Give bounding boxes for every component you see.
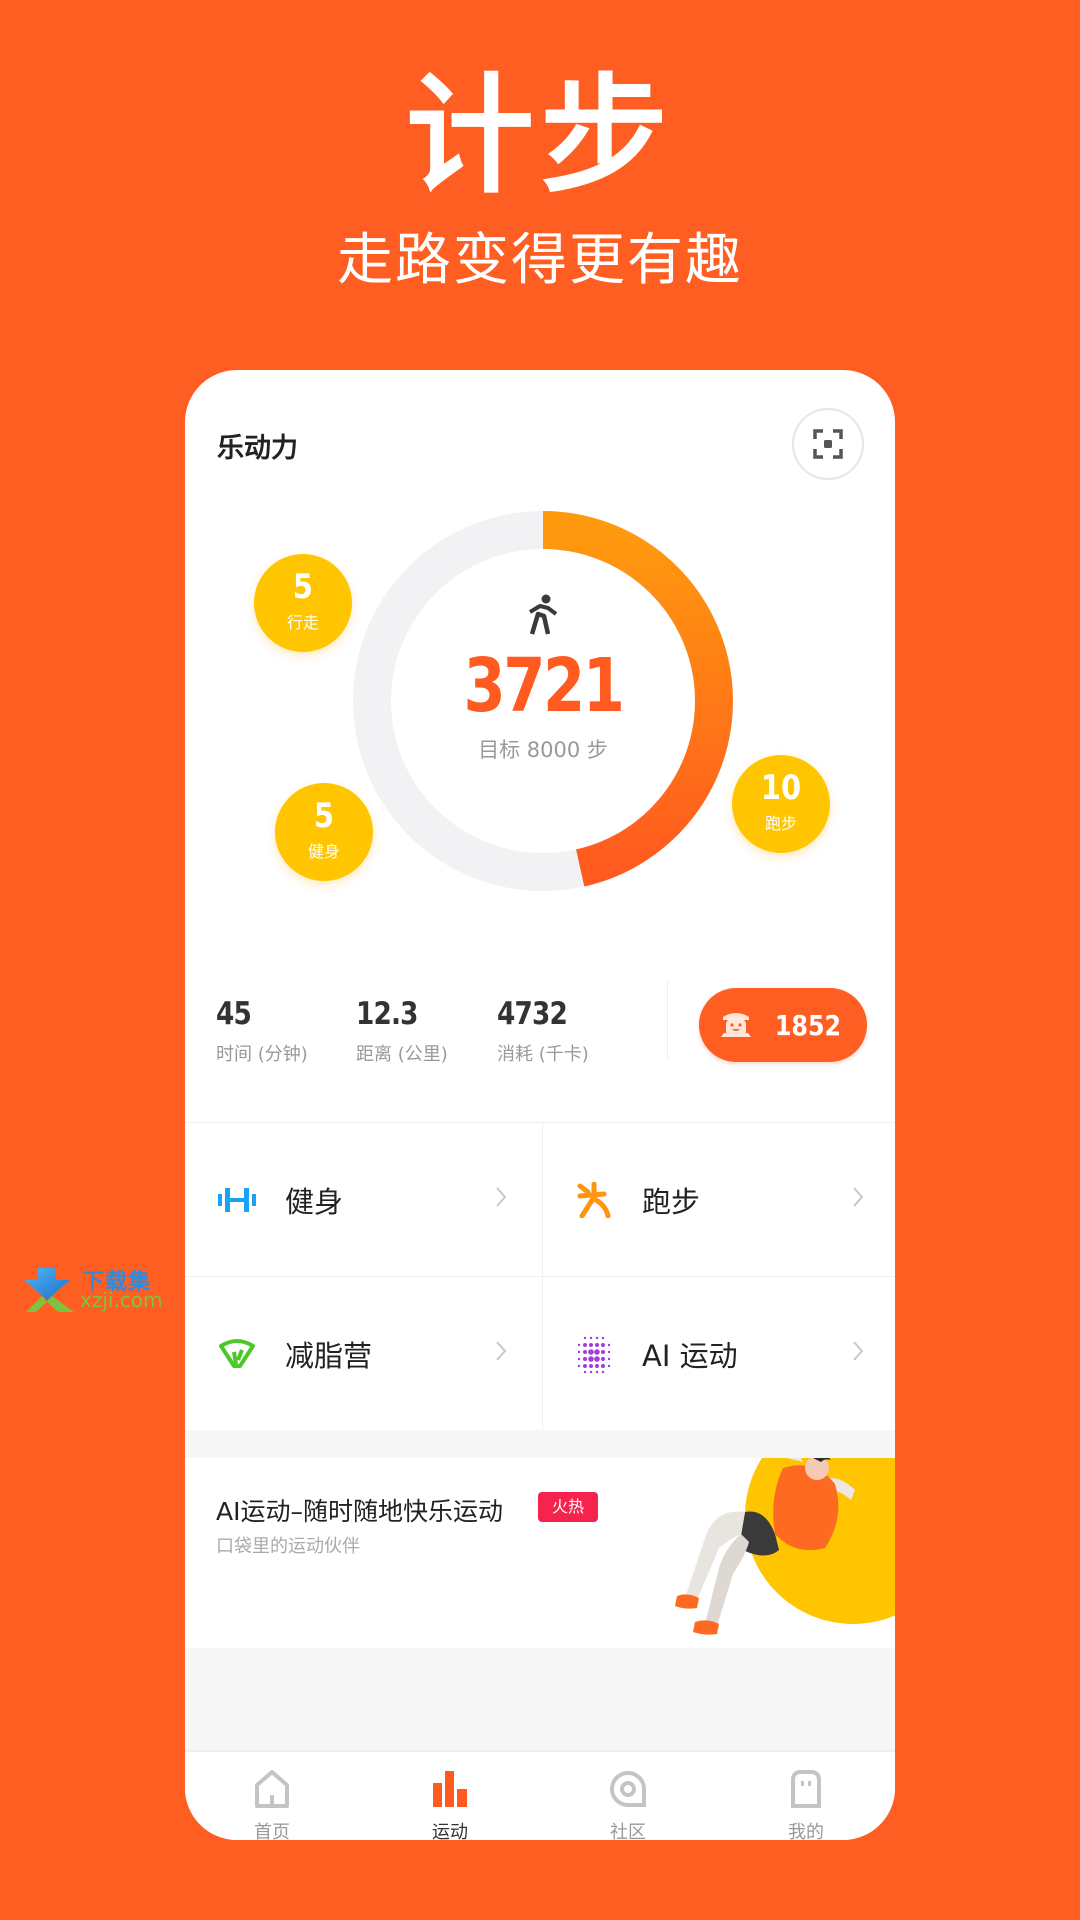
grid-item-fitness[interactable]: 健身 — [185, 1123, 539, 1276]
tab-label: 我的 — [788, 1822, 824, 1840]
chevron-right-icon — [853, 1187, 864, 1207]
bottom-tab-bar: 首页 运动 社区 我的 — [185, 1750, 895, 1840]
chevron-right-icon — [496, 1341, 507, 1361]
stat-label: 消耗 (千卡) — [497, 1044, 589, 1065]
dumbbell-icon — [217, 1180, 257, 1220]
hero-title: 计步 — [405, 62, 674, 211]
coin-button[interactable]: 1852 — [699, 988, 867, 1062]
bubble-value: 5 — [313, 796, 335, 836]
tab-label: 社区 — [610, 1822, 646, 1840]
tab-profile[interactable]: 我的 — [746, 1766, 866, 1840]
bubble-value: 5 — [292, 567, 314, 607]
banner-title: AI运动–随时随地快乐运动 — [216, 1497, 503, 1526]
grid-divider — [185, 1276, 895, 1277]
divider — [667, 982, 668, 1058]
grid-label: 跑步 — [642, 1184, 701, 1219]
ai-sport-banner[interactable]: AI运动–随时随地快乐运动 火热 口袋里的运动伙伴 — [185, 1458, 895, 1648]
home-icon — [255, 1770, 289, 1808]
bubble-label: 健身 — [307, 842, 340, 861]
grid-label: 健身 — [285, 1184, 344, 1219]
sport-grid: 健身 跑步 减脂营 AI 运动 — [185, 1122, 895, 1431]
download-arrow-icon — [24, 1268, 74, 1312]
bubble-running[interactable]: 10 跑步 — [732, 755, 830, 853]
step-count: 3721 — [463, 643, 625, 729]
stat-value: 4732 — [497, 996, 568, 1032]
coin-value: 1852 — [774, 1008, 842, 1042]
section-separator — [185, 1430, 895, 1458]
stats-row: 45 时间 (分钟) 12.3 距离 (公里) 4732 消耗 (千卡) 185… — [185, 982, 895, 1080]
stat-value: 45 — [216, 996, 252, 1032]
tab-label: 运动 — [432, 1822, 468, 1840]
tab-label: 首页 — [254, 1822, 290, 1840]
stat-value: 12.3 — [356, 996, 418, 1032]
grid-item-fat-burn[interactable]: 减脂营 — [185, 1277, 539, 1430]
tab-home[interactable]: 首页 — [212, 1766, 332, 1840]
chevron-right-icon — [496, 1187, 507, 1207]
hero-subtitle: 走路变得更有趣 — [337, 228, 743, 293]
bubble-label: 行走 — [286, 613, 319, 632]
bubble-value: 10 — [760, 768, 802, 808]
stat-label: 时间 (分钟) — [216, 1044, 308, 1065]
stat-time: 45 时间 (分钟) — [216, 996, 308, 1066]
grid-divider — [542, 1123, 543, 1431]
chevron-right-icon — [853, 1341, 864, 1361]
stat-distance: 12.3 距离 (公里) — [356, 996, 448, 1066]
hot-badge: 火热 — [538, 1492, 598, 1522]
tab-community[interactable]: 社区 — [568, 1766, 688, 1840]
section-separator — [185, 1648, 895, 1750]
stat-calories: 4732 消耗 (千卡) — [497, 996, 589, 1066]
ai-dots-icon — [574, 1334, 614, 1374]
bubble-walking[interactable]: 5 行走 — [254, 554, 352, 652]
running-icon — [574, 1180, 614, 1220]
tab-sport[interactable]: 运动 — [390, 1766, 510, 1840]
walking-icon — [528, 594, 558, 635]
step-ring[interactable]: 3721 目标 8000 步 — [185, 370, 895, 970]
bubble-fitness[interactable]: 5 健身 — [275, 783, 373, 881]
step-goal: 目标 8000 步 — [478, 738, 608, 762]
situp-illustration — [675, 1458, 895, 1635]
grid-label: AI 运动 — [642, 1338, 738, 1373]
fat-burn-icon — [217, 1334, 257, 1374]
watermark-url: xzji.com — [80, 1288, 163, 1312]
bubble-label: 跑步 — [764, 814, 797, 833]
grid-label: 减脂营 — [285, 1338, 373, 1373]
app-card: 乐动力 3721 目标 8000 步 5 行走 10 跑步 5 健身 45 时间… — [185, 370, 895, 1840]
bar-chart-icon — [433, 1771, 467, 1807]
grid-item-running[interactable]: 跑步 — [542, 1123, 895, 1276]
banner-subtitle: 口袋里的运动伙伴 — [216, 1536, 360, 1557]
stat-label: 距离 (公里) — [356, 1044, 448, 1065]
mascot-icon — [721, 1013, 752, 1037]
grid-item-ai-sport[interactable]: AI 运动 — [542, 1277, 895, 1430]
profile-icon — [791, 1770, 821, 1808]
watermark-logo: 下载集 xzji.com — [22, 1266, 172, 1314]
community-icon — [610, 1771, 646, 1807]
